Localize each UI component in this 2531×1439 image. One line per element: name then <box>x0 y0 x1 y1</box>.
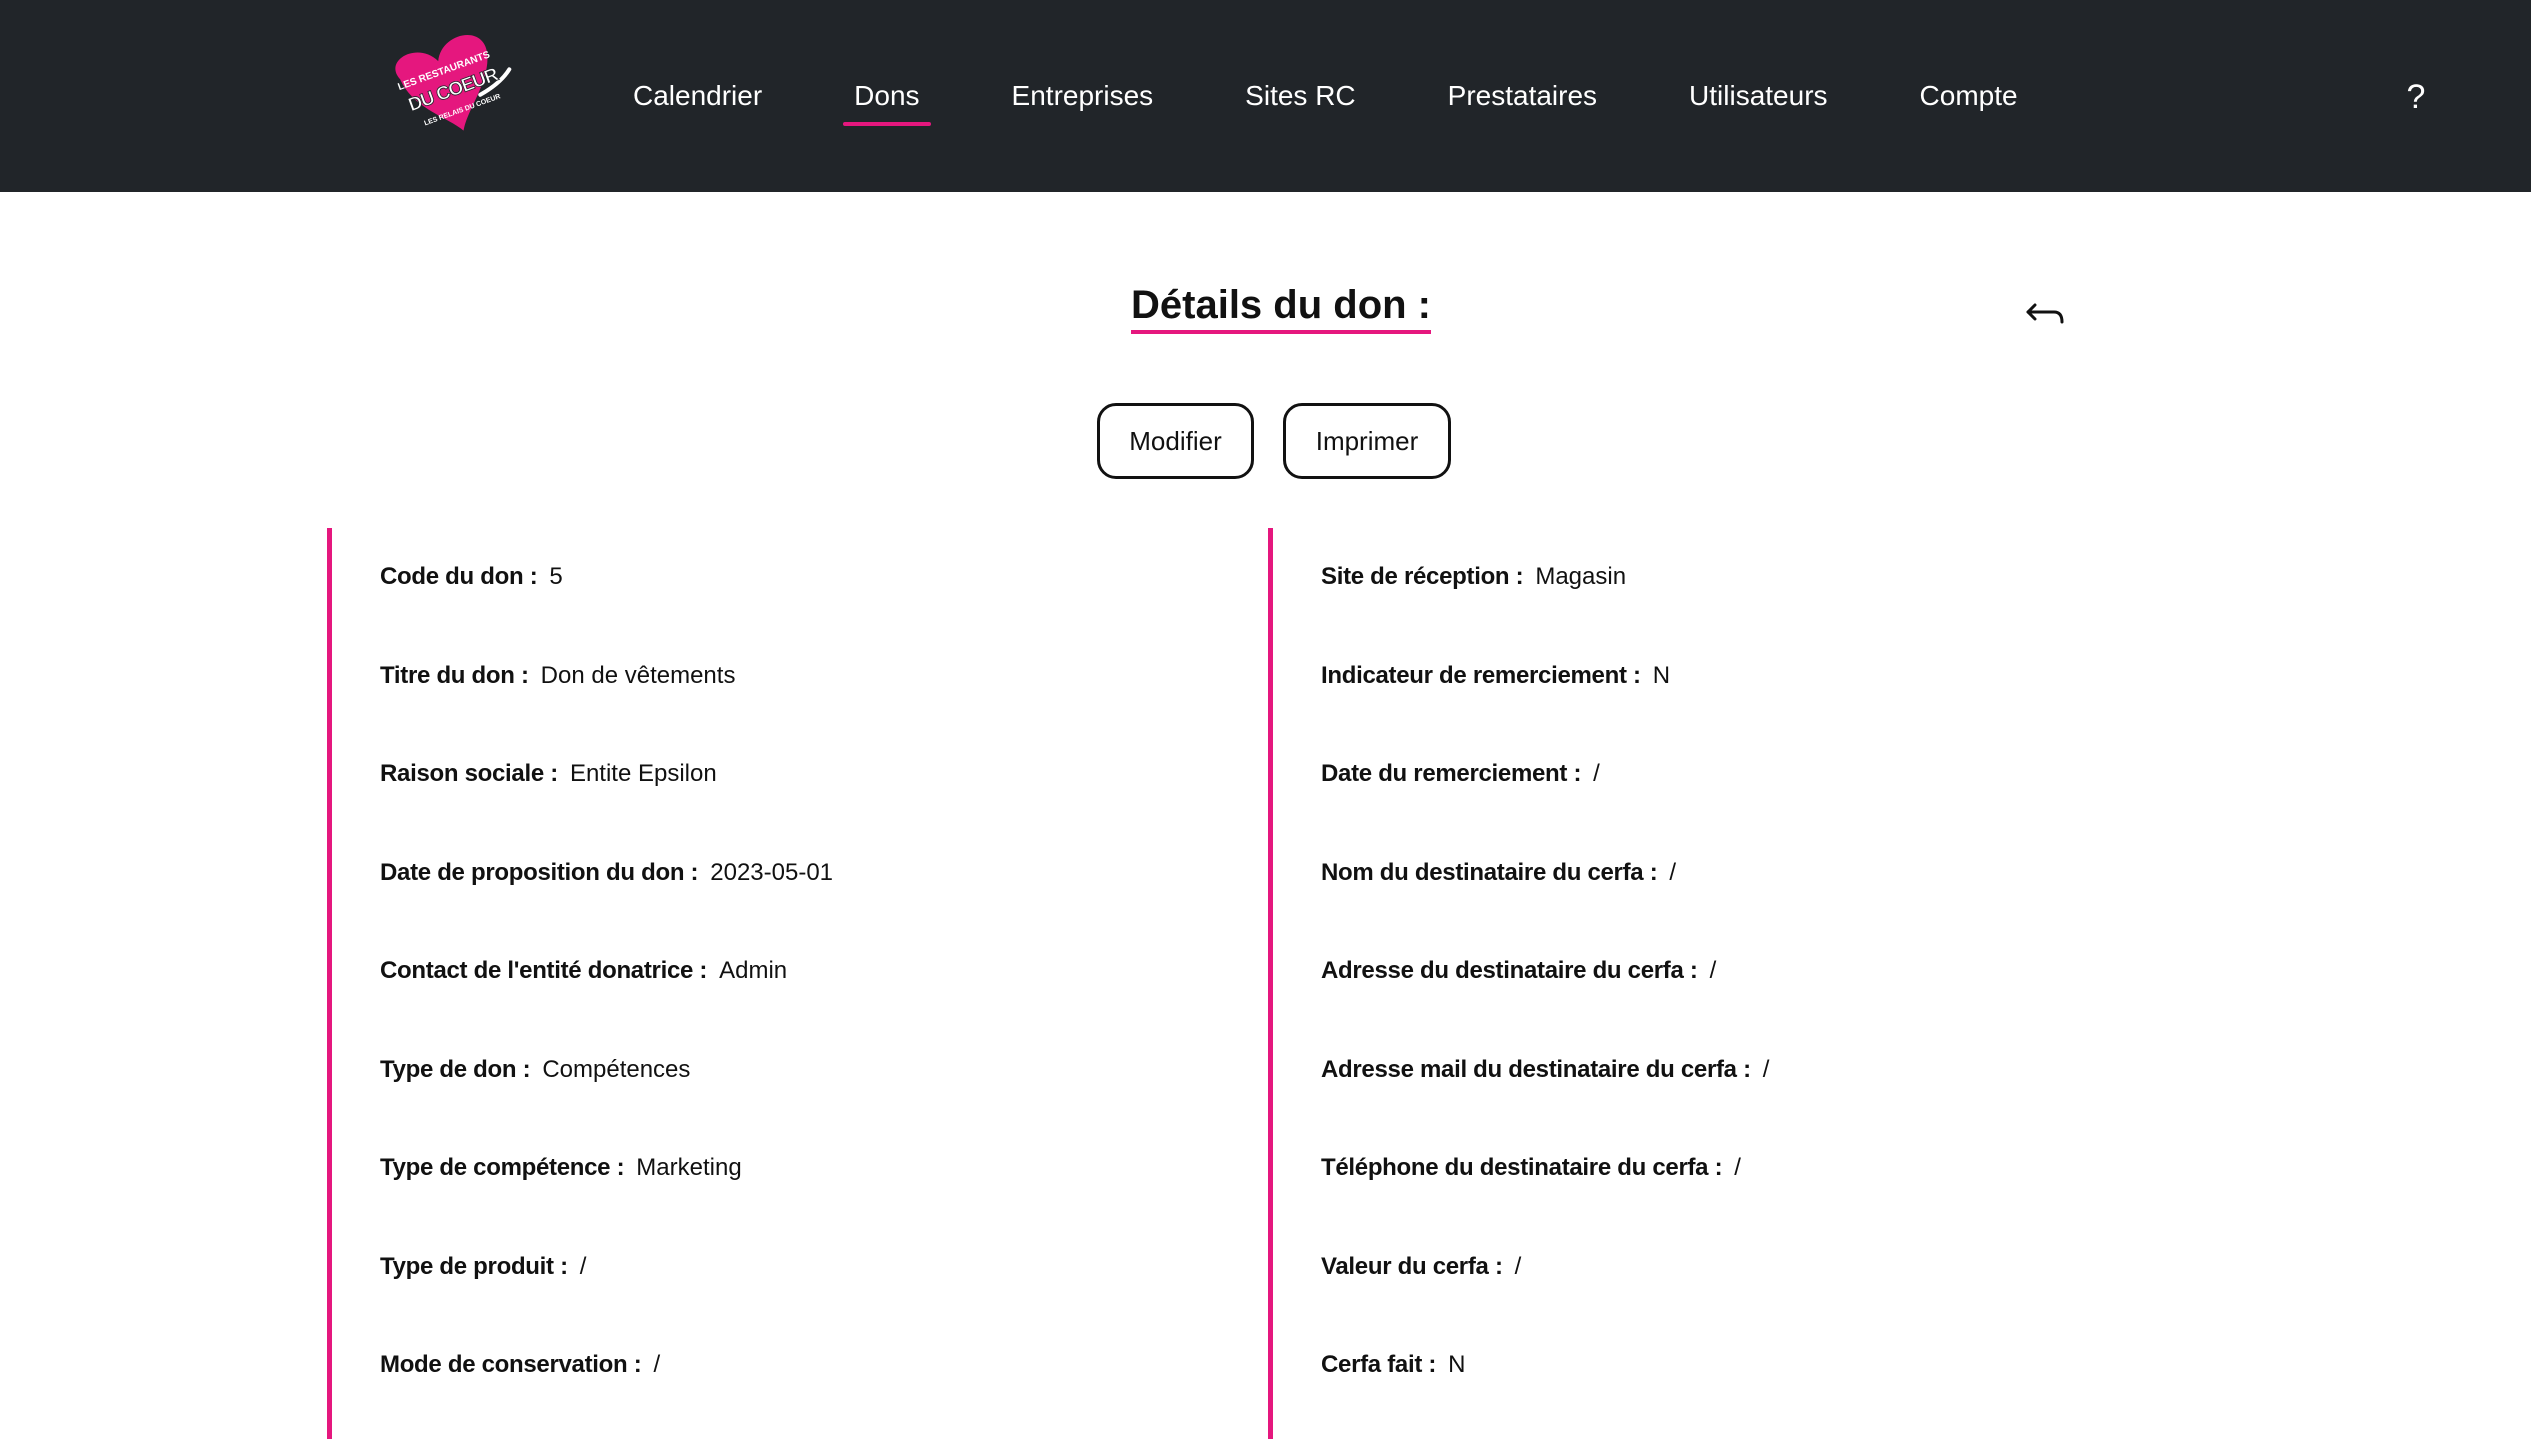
proposal-date-row: Date de proposition du don : 2023-05-01 <box>380 824 1227 923</box>
thanks-date-row: Date du remerciement : / <box>1321 725 2468 824</box>
cerfa-done-row: Cerfa fait : N <box>1321 1316 2468 1415</box>
donation-type-row: Type de don : Compétences <box>380 1021 1227 1120</box>
product-type-value: / <box>579 1252 587 1280</box>
donor-contact-value: Admin <box>719 957 788 985</box>
donor-contact-row: Contact de l'entité donatrice : Admin <box>380 922 1227 1021</box>
skill-type-row: Type de compétence : Marketing <box>380 1119 1227 1218</box>
restos-du-coeur-logo[interactable]: LES RESTAURANTS DU COEUR LES RELAIS DU C… <box>386 28 520 158</box>
cerfa-recipient-email-value: / <box>1762 1055 1770 1083</box>
nav-item-utilisateurs[interactable]: Utilisateurs <box>1689 70 1827 122</box>
cerfa-recipient-phone-row: Téléphone du destinataire du cerfa : / <box>1321 1119 2468 1218</box>
cerfa-done-value: N <box>1448 1351 1466 1379</box>
donor-contact-label: Contact de l'entité donatrice : <box>380 957 708 985</box>
skill-type-value: Marketing <box>636 1154 742 1182</box>
donation-title-value: Don de vêtements <box>540 661 736 689</box>
thanks-date-value: / <box>1593 760 1600 788</box>
cerfa-recipient-address-value: / <box>1709 957 1717 985</box>
company-name-value: Entite Epsilon <box>569 760 717 788</box>
cerfa-recipient-phone-value: / <box>1734 1154 1741 1182</box>
donation-title-label: Titre du don : <box>380 661 529 689</box>
company-name-label: Raison sociale : <box>380 760 558 788</box>
donation-code-row: Code du don : 5 <box>380 528 1227 627</box>
cerfa-recipient-email-label: Adresse mail du destinataire du cerfa : <box>1321 1055 1751 1083</box>
company-name-row: Raison sociale : Entite Epsilon <box>380 725 1227 824</box>
proposal-date-value: 2023-05-01 <box>710 858 834 886</box>
edit-button[interactable]: Modifier <box>1097 403 1254 479</box>
details-column-right: Site de réception : Magasin Indicateur d… <box>1268 528 2468 1439</box>
nav-item-calendrier[interactable]: Calendrier <box>633 70 762 122</box>
storage-mode-row: Mode de conservation : / <box>380 1316 1227 1415</box>
cerfa-recipient-address-row: Adresse du destinataire du cerfa : / <box>1321 922 2468 1021</box>
donation-type-value: Compétences <box>542 1055 691 1083</box>
nav-item-entreprises[interactable]: Entreprises <box>1012 70 1154 122</box>
main-nav: Calendrier Dons Entreprises Sites RC Pre… <box>633 0 2018 192</box>
product-type-row: Type de produit : / <box>380 1218 1227 1317</box>
cerfa-value-label: Valeur du cerfa : <box>1321 1252 1503 1280</box>
top-navbar: LES RESTAURANTS DU COEUR LES RELAIS DU C… <box>0 0 2531 192</box>
cerfa-value-row: Valeur du cerfa : / <box>1321 1218 2468 1317</box>
cerfa-recipient-phone-label: Téléphone du destinataire du cerfa : <box>1321 1154 1723 1182</box>
donation-code-label: Code du don : <box>380 563 538 591</box>
reception-site-value: Magasin <box>1535 563 1627 591</box>
cerfa-recipient-name-value: / <box>1669 858 1677 886</box>
cerfa-recipient-email-row: Adresse mail du destinataire du cerfa : … <box>1321 1021 2468 1120</box>
thanks-indicator-label: Indicateur de remerciement : <box>1321 661 1641 689</box>
donation-type-label: Type de don : <box>380 1055 531 1083</box>
cerfa-value-value: / <box>1514 1252 1522 1280</box>
donation-code-value: 5 <box>549 563 563 591</box>
storage-mode-label: Mode de conservation : <box>380 1351 642 1379</box>
thanks-indicator-row: Indicateur de remerciement : N <box>1321 627 2468 726</box>
cerfa-recipient-name-label: Nom du destinataire du cerfa : <box>1321 858 1658 886</box>
details-column-left: Code du don : 5 Titre du don : Don de vê… <box>327 528 1227 1439</box>
cerfa-recipient-address-label: Adresse du destinataire du cerfa : <box>1321 957 1698 985</box>
storage-mode-value: / <box>653 1351 661 1379</box>
proposal-date-label: Date de proposition du don : <box>380 858 699 886</box>
nav-item-prestataires[interactable]: Prestataires <box>1448 70 1597 122</box>
thanks-date-label: Date du remerciement : <box>1321 760 1582 788</box>
print-button[interactable]: Imprimer <box>1283 403 1451 479</box>
nav-item-compte[interactable]: Compte <box>1920 70 2018 122</box>
skill-type-label: Type de compétence : <box>380 1154 625 1182</box>
reception-site-label: Site de réception : <box>1321 563 1524 591</box>
donation-title-row: Titre du don : Don de vêtements <box>380 627 1227 726</box>
help-button[interactable]: ? <box>2396 72 2436 122</box>
product-type-label: Type de produit : <box>380 1252 568 1280</box>
cerfa-done-label: Cerfa fait : <box>1321 1351 1437 1379</box>
page-title: Détails du don : <box>1131 282 1431 334</box>
reception-site-row: Site de réception : Magasin <box>1321 528 2468 627</box>
cerfa-recipient-name-row: Nom du destinataire du cerfa : / <box>1321 824 2468 923</box>
nav-item-dons[interactable]: Dons <box>843 70 931 126</box>
back-arrow-icon[interactable] <box>2022 300 2068 334</box>
thanks-indicator-value: N <box>1652 661 1671 689</box>
nav-item-sites-rc[interactable]: Sites RC <box>1245 70 1355 122</box>
